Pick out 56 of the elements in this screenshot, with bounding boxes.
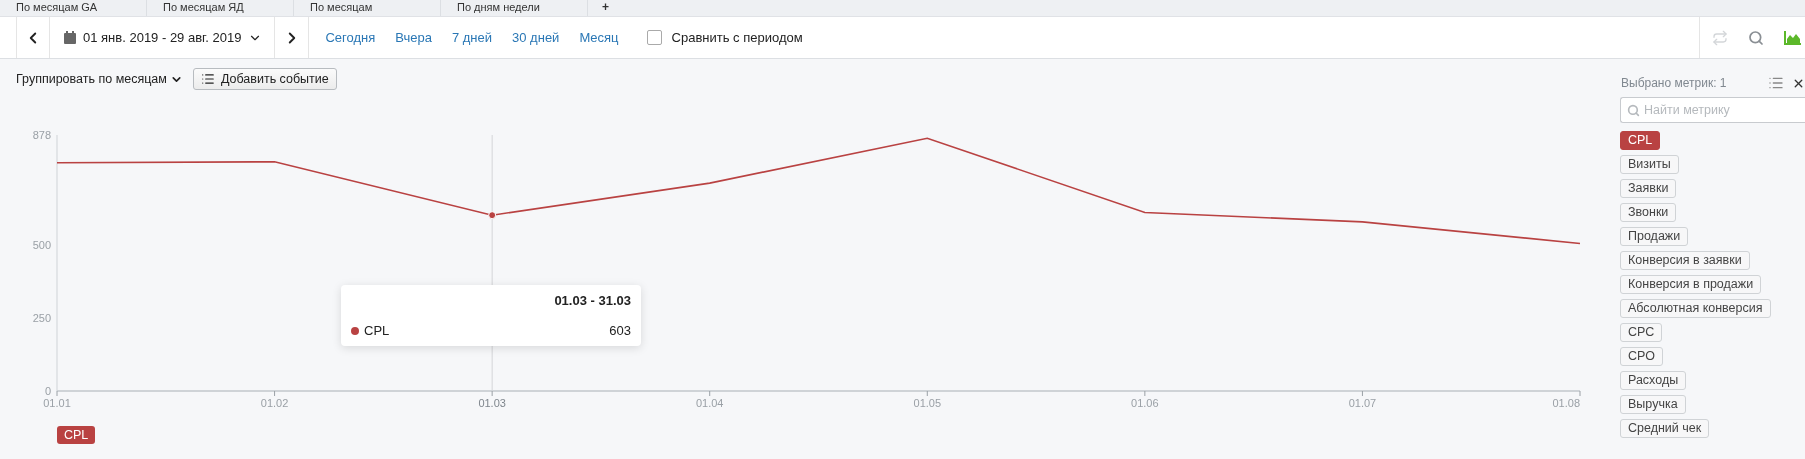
metrics-count: Выбрано метрик: 1 <box>1621 76 1727 90</box>
y-axis-label: 500 <box>32 239 51 252</box>
period-link[interactable]: Месяц <box>579 30 619 45</box>
metric-tag[interactable]: Расходы <box>1620 371 1687 390</box>
metric-tag[interactable]: Абсолютная конверсия <box>1620 299 1771 318</box>
report-tab[interactable]: По месяцам <box>294 0 441 16</box>
period-link[interactable]: Вчера <box>395 30 432 45</box>
calendar-icon <box>64 31 76 44</box>
report-tab[interactable]: По дням недели <box>441 0 588 16</box>
x-axis-label: 01.06 <box>1131 397 1159 409</box>
x-axis-label: 01.02 <box>260 397 289 409</box>
metric-tag[interactable]: Выручка <box>1620 395 1686 414</box>
compare-checkbox[interactable] <box>646 30 662 45</box>
previous-period-button[interactable] <box>16 17 50 58</box>
x-axis-label: 01.01 <box>43 397 71 409</box>
metric-tag[interactable]: CPC <box>1620 323 1663 342</box>
add-tab-button[interactable]: + <box>588 0 609 16</box>
area-chart-icon <box>1784 30 1801 45</box>
legend-tag[interactable]: CPL <box>57 426 96 444</box>
metric-tag[interactable]: Средний чек <box>1620 419 1710 438</box>
x-axis-label: 01.03 <box>478 397 506 409</box>
search-icon <box>1627 104 1640 117</box>
metric-tag[interactable]: Заявки <box>1620 179 1677 198</box>
search-icon <box>1748 29 1764 46</box>
report-tab[interactable]: По месяцам GA <box>0 0 147 16</box>
metric-search-field[interactable]: Найти метрику <box>1620 97 1805 123</box>
y-axis-label: 250 <box>32 312 51 325</box>
metric-tag[interactable]: Конверсия в заявки <box>1620 251 1750 270</box>
tooltip-series: CPL <box>364 323 390 338</box>
group-by-dropdown[interactable]: Группировать по месяцам <box>16 72 183 86</box>
metric-tag[interactable]: CPO <box>1620 347 1664 366</box>
x-axis-label: 01.08 <box>1552 397 1580 409</box>
period-link[interactable]: Сегодня <box>325 30 376 45</box>
tooltip-title: 01.03 - 31.03 <box>554 293 631 308</box>
metric-tag[interactable]: Визиты <box>1620 155 1679 174</box>
compare-label: Сравнить с периодом <box>671 30 803 45</box>
toolbar-button[interactable] <box>1784 30 1801 45</box>
list-icon[interactable] <box>1768 75 1784 91</box>
series-dot <box>351 326 359 335</box>
metric-tag[interactable]: Продажи <box>1620 227 1689 246</box>
add-event-button[interactable]: Добавить событие <box>192 68 337 90</box>
period-link[interactable]: 30 дней <box>512 30 560 45</box>
y-axis-label: 0 <box>44 385 51 397</box>
repeat-icon <box>1712 29 1728 46</box>
metric-tag[interactable]: CPL <box>1620 131 1661 150</box>
x-axis-label: 01.05 <box>913 397 942 409</box>
y-axis-label: 878 <box>32 129 51 141</box>
x-axis-label: 01.07 <box>1348 397 1377 409</box>
metric-tag[interactable]: Звонки <box>1620 203 1677 222</box>
toolbar-button[interactable] <box>1748 29 1764 46</box>
report-tab[interactable]: По месяцам ЯД <box>147 0 294 16</box>
x-axis-label: 01.04 <box>695 397 724 409</box>
list-icon <box>200 72 215 86</box>
tooltip-value: 603 <box>609 323 631 338</box>
period-link[interactable]: 7 дней <box>451 30 493 45</box>
metric-tag[interactable]: Конверсия в продажи <box>1620 275 1762 294</box>
